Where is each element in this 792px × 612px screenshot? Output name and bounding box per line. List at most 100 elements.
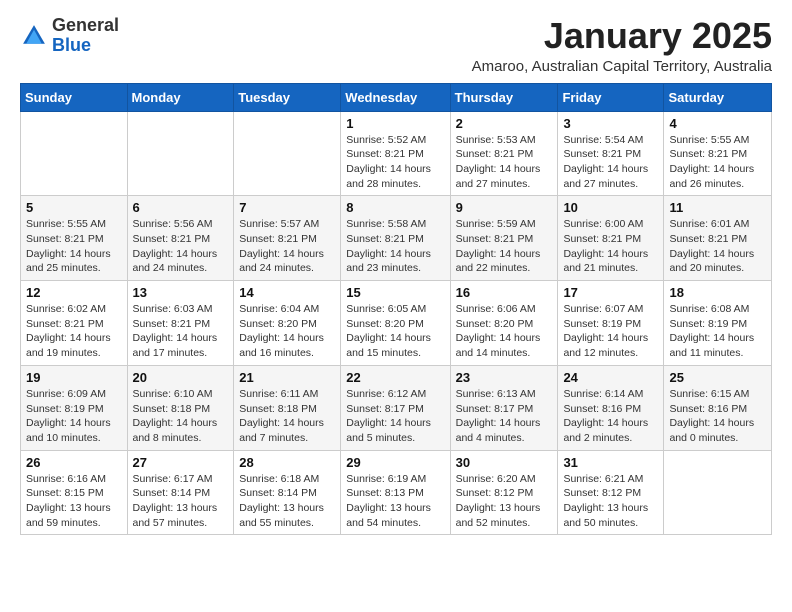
day-number: 2 [456, 116, 553, 131]
day-info: Sunrise: 5:54 AM Sunset: 8:21 PM Dayligh… [563, 133, 658, 192]
day-info: Sunrise: 6:17 AM Sunset: 8:14 PM Dayligh… [133, 472, 229, 531]
logo-blue: Blue [52, 35, 91, 55]
calendar-cell: 25 Sunrise: 6:15 AM Sunset: 8:16 PM Dayli… [664, 365, 772, 450]
calendar-cell: 9 Sunrise: 5:59 AM Sunset: 8:21 PM Daylig… [450, 196, 558, 281]
day-number: 3 [563, 116, 658, 131]
weekday-sunday: Sunday [21, 83, 128, 111]
day-number: 10 [563, 200, 658, 215]
day-info: Sunrise: 6:02 AM Sunset: 8:21 PM Dayligh… [26, 302, 122, 361]
calendar-cell: 16 Sunrise: 6:06 AM Sunset: 8:20 PM Dayli… [450, 281, 558, 366]
day-number: 28 [239, 455, 335, 470]
logo-general: General [52, 15, 119, 35]
calendar-cell: 15 Sunrise: 6:05 AM Sunset: 8:20 PM Dayli… [341, 281, 450, 366]
calendar-cell: 3 Sunrise: 5:54 AM Sunset: 8:21 PM Daylig… [558, 111, 664, 196]
calendar-cell: 22Sunrise: 6:12 AM Sunset: 8:17 PM Dayli… [341, 365, 450, 450]
day-info: Sunrise: 5:59 AM Sunset: 8:21 PM Dayligh… [456, 217, 553, 276]
page: General Blue January 2025 Amaroo, Austra… [0, 0, 792, 545]
day-info: Sunrise: 6:09 AM Sunset: 8:19 PM Dayligh… [26, 387, 122, 446]
day-info: Sunrise: 6:05 AM Sunset: 8:20 PM Dayligh… [346, 302, 444, 361]
day-number: 27 [133, 455, 229, 470]
weekday-friday: Friday [558, 83, 664, 111]
week-row-3: 12 Sunrise: 6:02 AM Sunset: 8:21 PM Dayli… [21, 281, 772, 366]
day-info: Sunrise: 5:57 AM Sunset: 8:21 PM Dayligh… [239, 217, 335, 276]
day-info: Sunrise: 5:55 AM Sunset: 8:21 PM Dayligh… [669, 133, 766, 192]
day-number: 24 [563, 370, 658, 385]
day-number: 11 [669, 200, 766, 215]
calendar-cell: 7 Sunrise: 5:57 AM Sunset: 8:21 PM Daylig… [234, 196, 341, 281]
calendar-cell [127, 111, 234, 196]
day-number: 7 [239, 200, 335, 215]
weekday-monday: Monday [127, 83, 234, 111]
day-info: Sunrise: 6:16 AM Sunset: 8:15 PM Dayligh… [26, 472, 122, 531]
day-number: 26 [26, 455, 122, 470]
day-info: Sunrise: 6:04 AM Sunset: 8:20 PM Dayligh… [239, 302, 335, 361]
calendar-header: SundayMondayTuesdayWednesdayThursdayFrid… [21, 83, 772, 111]
calendar-cell: 27 Sunrise: 6:17 AM Sunset: 8:14 PM Dayli… [127, 450, 234, 535]
calendar-table: SundayMondayTuesdayWednesdayThursdayFrid… [20, 83, 772, 536]
calendar-cell: 28 Sunrise: 6:18 AM Sunset: 8:14 PM Dayli… [234, 450, 341, 535]
day-info: Sunrise: 6:18 AM Sunset: 8:14 PM Dayligh… [239, 472, 335, 531]
calendar-cell: 30 Sunrise: 6:20 AM Sunset: 8:12 PM Dayli… [450, 450, 558, 535]
day-info: Sunrise: 6:14 AM Sunset: 8:16 PM Dayligh… [563, 387, 658, 446]
day-number: 25 [669, 370, 766, 385]
calendar-cell: 19Sunrise: 6:09 AM Sunset: 8:19 PM Dayli… [21, 365, 128, 450]
day-number: 31 [563, 455, 658, 470]
day-number: 20 [133, 370, 229, 385]
calendar-cell: 18Sunrise: 6:08 AM Sunset: 8:19 PM Dayli… [664, 281, 772, 366]
day-info: Sunrise: 6:13 AM Sunset: 8:17 PM Dayligh… [456, 387, 553, 446]
day-info: Sunrise: 6:21 AM Sunset: 8:12 PM Dayligh… [563, 472, 658, 531]
day-number: 6 [133, 200, 229, 215]
calendar-cell [21, 111, 128, 196]
day-number: 4 [669, 116, 766, 131]
logo: General Blue [20, 16, 119, 56]
month-title: January 2025 [472, 16, 772, 56]
weekday-thursday: Thursday [450, 83, 558, 111]
weekday-saturday: Saturday [664, 83, 772, 111]
calendar-cell: 5Sunrise: 5:55 AM Sunset: 8:21 PM Daylig… [21, 196, 128, 281]
day-info: Sunrise: 6:06 AM Sunset: 8:20 PM Dayligh… [456, 302, 553, 361]
day-number: 15 [346, 285, 444, 300]
day-number: 23 [456, 370, 553, 385]
day-info: Sunrise: 6:03 AM Sunset: 8:21 PM Dayligh… [133, 302, 229, 361]
calendar-cell: 12 Sunrise: 6:02 AM Sunset: 8:21 PM Dayli… [21, 281, 128, 366]
calendar-cell: 11Sunrise: 6:01 AM Sunset: 8:21 PM Dayli… [664, 196, 772, 281]
day-info: Sunrise: 6:07 AM Sunset: 8:19 PM Dayligh… [563, 302, 658, 361]
day-number: 30 [456, 455, 553, 470]
day-number: 5 [26, 200, 122, 215]
calendar-cell: 13 Sunrise: 6:03 AM Sunset: 8:21 PM Dayli… [127, 281, 234, 366]
day-number: 14 [239, 285, 335, 300]
day-info: Sunrise: 6:15 AM Sunset: 8:16 PM Dayligh… [669, 387, 766, 446]
day-info: Sunrise: 5:52 AM Sunset: 8:21 PM Dayligh… [346, 133, 444, 192]
day-number: 16 [456, 285, 553, 300]
day-number: 22 [346, 370, 444, 385]
day-info: Sunrise: 6:20 AM Sunset: 8:12 PM Dayligh… [456, 472, 553, 531]
weekday-tuesday: Tuesday [234, 83, 341, 111]
day-info: Sunrise: 6:11 AM Sunset: 8:18 PM Dayligh… [239, 387, 335, 446]
calendar-cell: 14 Sunrise: 6:04 AM Sunset: 8:20 PM Dayli… [234, 281, 341, 366]
calendar-cell: 29 Sunrise: 6:19 AM Sunset: 8:13 PM Dayli… [341, 450, 450, 535]
day-number: 12 [26, 285, 122, 300]
week-row-5: 26 Sunrise: 6:16 AM Sunset: 8:15 PM Dayli… [21, 450, 772, 535]
day-number: 29 [346, 455, 444, 470]
calendar-cell: 17 Sunrise: 6:07 AM Sunset: 8:19 PM Dayli… [558, 281, 664, 366]
subtitle: Amaroo, Australian Capital Territory, Au… [472, 58, 772, 75]
day-number: 1 [346, 116, 444, 131]
calendar-cell: 20 Sunrise: 6:10 AM Sunset: 8:18 PM Dayli… [127, 365, 234, 450]
calendar-cell: 26 Sunrise: 6:16 AM Sunset: 8:15 PM Dayli… [21, 450, 128, 535]
calendar-cell: 31 Sunrise: 6:21 AM Sunset: 8:12 PM Dayli… [558, 450, 664, 535]
day-info: Sunrise: 6:19 AM Sunset: 8:13 PM Dayligh… [346, 472, 444, 531]
day-info: Sunrise: 5:56 AM Sunset: 8:21 PM Dayligh… [133, 217, 229, 276]
day-number: 9 [456, 200, 553, 215]
calendar-cell: 1 Sunrise: 5:52 AM Sunset: 8:21 PM Daylig… [341, 111, 450, 196]
calendar-cell: 23 Sunrise: 6:13 AM Sunset: 8:17 PM Dayli… [450, 365, 558, 450]
calendar-cell [234, 111, 341, 196]
day-number: 13 [133, 285, 229, 300]
day-info: Sunrise: 6:10 AM Sunset: 8:18 PM Dayligh… [133, 387, 229, 446]
day-info: Sunrise: 5:58 AM Sunset: 8:21 PM Dayligh… [346, 217, 444, 276]
day-number: 17 [563, 285, 658, 300]
day-number: 21 [239, 370, 335, 385]
calendar-cell: 21 Sunrise: 6:11 AM Sunset: 8:18 PM Dayli… [234, 365, 341, 450]
calendar-cell: 2Sunrise: 5:53 AM Sunset: 8:21 PM Daylig… [450, 111, 558, 196]
day-number: 8 [346, 200, 444, 215]
weekday-wednesday: Wednesday [341, 83, 450, 111]
